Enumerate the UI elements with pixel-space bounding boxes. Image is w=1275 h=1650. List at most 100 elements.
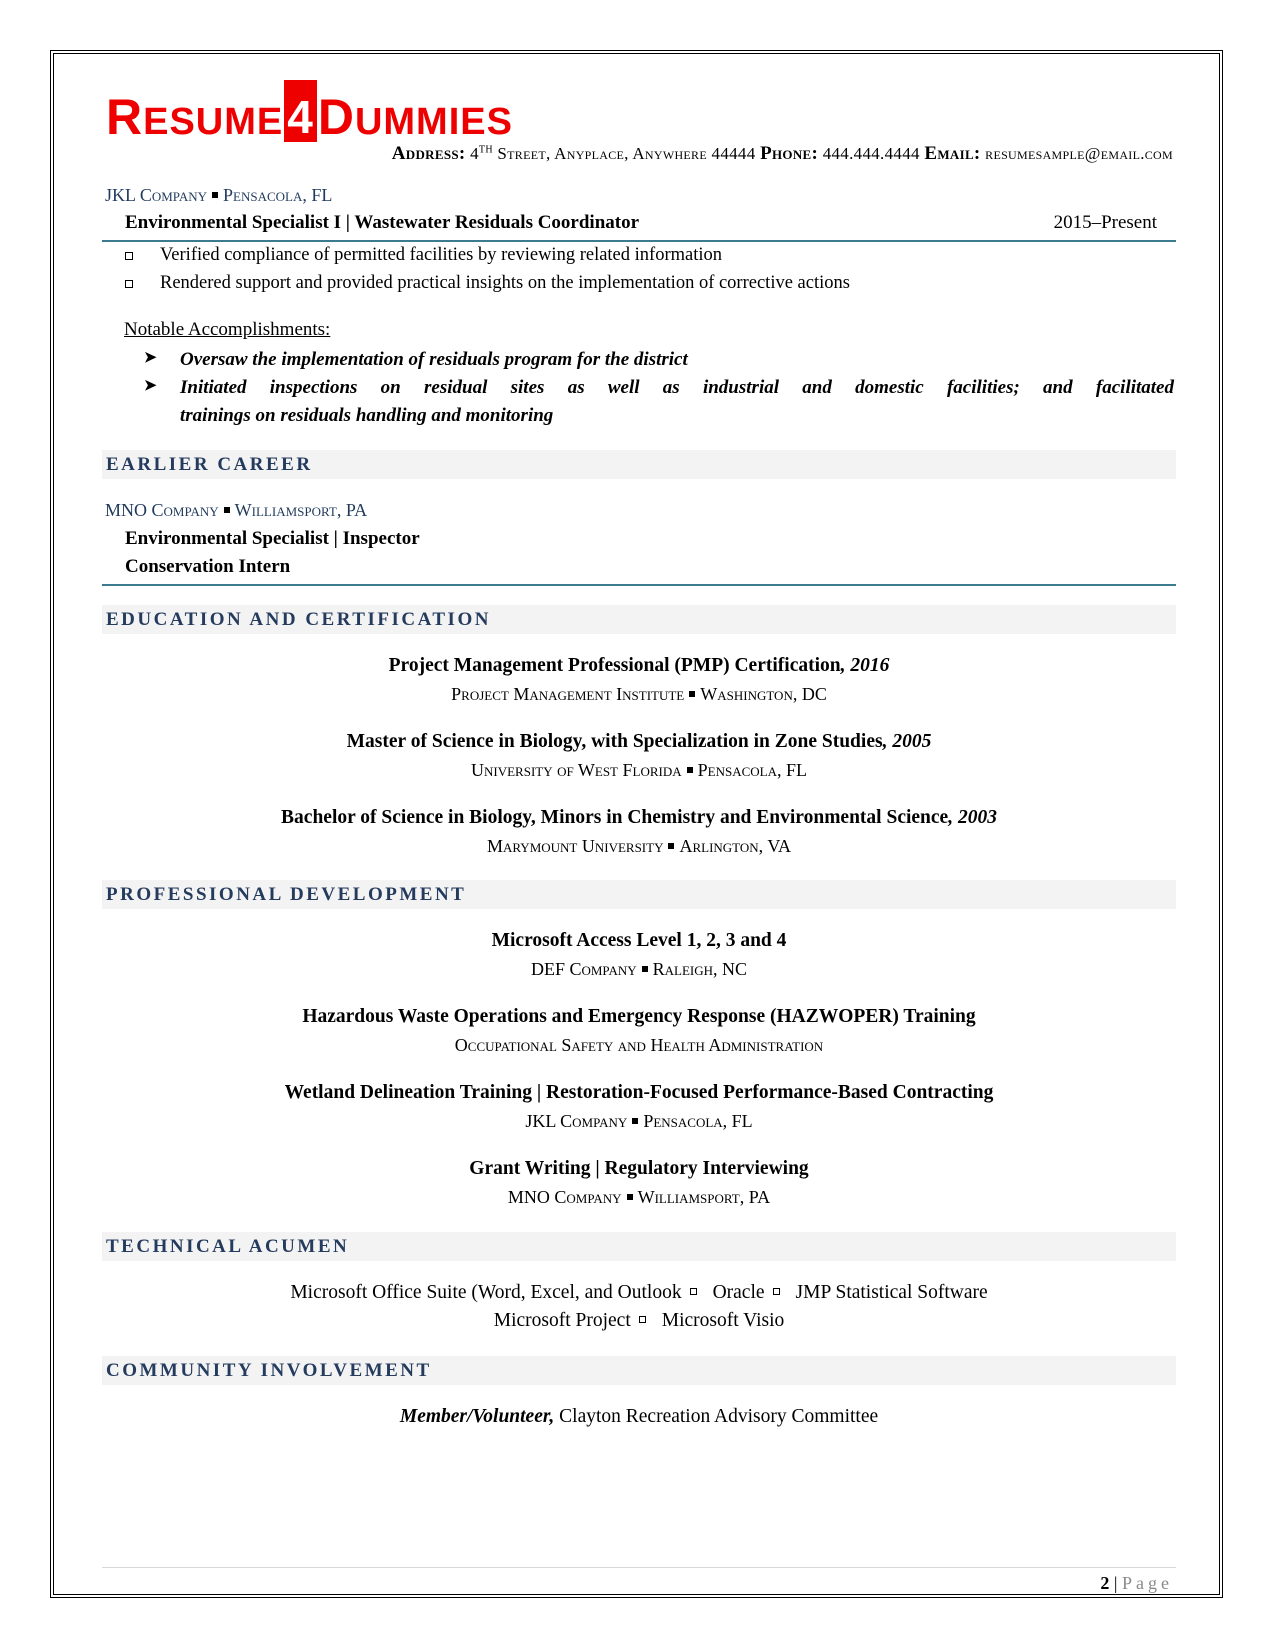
- training-provider: DEF Company Raleigh, NC: [102, 959, 1176, 980]
- logo: R ESUME 4 D UMMIES: [106, 80, 513, 145]
- square-bullet-icon: [125, 251, 133, 260]
- separator-dot-icon: [632, 1117, 639, 1124]
- training-provider: JKL Company Pensacola, FL: [102, 1111, 1176, 1132]
- provider-location: Pensacola, FL: [643, 1111, 753, 1131]
- address-label: Address:: [391, 143, 466, 164]
- accomplishment-text: Initiated inspections on residual sites …: [180, 377, 1174, 398]
- community-organization: Clayton Recreation Advisory Committee: [554, 1406, 879, 1427]
- section-heading-text: EARLIER CAREER: [106, 454, 313, 475]
- provider-name: JKL Company: [525, 1111, 628, 1131]
- arrow-bullet-icon: ➤: [144, 378, 157, 394]
- skill-item: JMP Statistical Software: [795, 1282, 988, 1303]
- earlier-company-line: MNO Company Williamsport, PA: [105, 500, 367, 521]
- degree-name: Master of Science in Biology, with Speci…: [346, 731, 883, 752]
- page-label: Page: [1122, 1573, 1173, 1593]
- training-title: Microsoft Access Level 1, 2, 3 and 4: [491, 930, 787, 951]
- skills-line: Microsoft Project Microsoft Visio: [102, 1310, 1176, 1332]
- section-heading-earlier-career: EARLIER CAREER: [102, 450, 1176, 479]
- skill-item: Oracle: [712, 1282, 765, 1303]
- contact-line: Address: 4TH Street, Anyplace, Anywhere …: [392, 143, 1173, 165]
- separator-dot-icon: [223, 506, 230, 513]
- logo-digit-box: 4: [284, 80, 317, 142]
- job-bullet: Rendered support and provided practical …: [125, 273, 850, 294]
- section-heading-text: COMMUNITY INVOLVEMENT: [106, 1360, 432, 1381]
- degree-name: Bachelor of Science in Biology, Minors i…: [281, 807, 949, 828]
- degree-year: , 2003: [948, 807, 997, 828]
- accomplishment-text: trainings on residuals handling and moni…: [180, 405, 554, 426]
- accomplishment-item: ➤ Oversaw the implementation of residual…: [144, 346, 1174, 374]
- section-heading-community-involvement: COMMUNITY INVOLVEMENT: [102, 1356, 1176, 1385]
- phone-label: Phone:: [760, 143, 819, 164]
- institution-name: University of West Florida: [471, 760, 682, 780]
- address-number: 4: [470, 144, 479, 163]
- hollow-square-bullet-icon: [689, 1288, 697, 1296]
- education-title: Project Management Professional (PMP) Ce…: [102, 655, 1176, 677]
- job-title: Environmental Specialist I | Wastewater …: [125, 212, 640, 233]
- job-bullet: Verified compliance of permitted facilit…: [125, 245, 722, 266]
- earlier-job-title: Conservation Intern: [125, 556, 291, 577]
- separator-dot-icon: [668, 842, 675, 849]
- company-name: JKL Company: [105, 185, 207, 205]
- hollow-square-bullet-icon: [638, 1316, 646, 1324]
- square-bullet-icon: [125, 279, 133, 288]
- bullet-text: Rendered support and provided practical …: [160, 273, 850, 293]
- section-divider: [102, 584, 1176, 586]
- community-entry: Member/Volunteer, Clayton Recreation Adv…: [102, 1406, 1176, 1428]
- community-role: Member/Volunteer,: [399, 1406, 555, 1427]
- section-heading-text: TECHNICAL ACUMEN: [106, 1236, 350, 1257]
- institution-location: Washington, DC: [700, 684, 827, 704]
- job-dates: 2015–Present: [1053, 212, 1157, 233]
- email-value[interactable]: resumesample@email.com: [985, 144, 1173, 163]
- separator-dot-icon: [689, 690, 696, 697]
- institution-location: Pensacola, FL: [697, 760, 807, 780]
- email-label: Email:: [924, 143, 981, 164]
- education-institution: University of West Florida Pensacola, FL: [102, 760, 1176, 781]
- company-location: Pensacola, FL: [223, 185, 333, 205]
- skill-item: Microsoft Visio: [661, 1310, 785, 1331]
- address-superscript: TH: [478, 144, 493, 156]
- provider-location: Williamsport, PA: [637, 1187, 771, 1207]
- section-heading-technical-acumen: TECHNICAL ACUMEN: [102, 1232, 1176, 1261]
- training-title: Hazardous Waste Operations and Emergency…: [302, 1006, 976, 1027]
- training-title: Wetland Delineation Training | Restorati…: [284, 1082, 994, 1103]
- phone-value: 444.444.4444: [822, 144, 920, 163]
- provider-name: MNO Company: [507, 1187, 622, 1207]
- skills-line: Microsoft Office Suite (Word, Excel, and…: [102, 1282, 1176, 1304]
- degree-year: , 2005: [882, 731, 932, 752]
- logo-initial-d: D: [317, 89, 355, 145]
- training-provider: MNO Company Williamsport, PA: [102, 1187, 1176, 1208]
- company-location: Williamsport, PA: [234, 500, 368, 520]
- degree-name: Project Management Professional (PMP) Ce…: [388, 655, 841, 676]
- skill-item: Microsoft Office Suite (Word, Excel, and…: [290, 1282, 682, 1303]
- bullet-text: Verified compliance of permitted facilit…: [160, 245, 722, 265]
- footer-divider: [102, 1567, 1176, 1568]
- degree-year: , 2016: [840, 655, 890, 676]
- education-institution: Project Management Institute Washington, …: [102, 684, 1176, 705]
- provider-name: Occupational Safety and Health Administr…: [454, 1035, 824, 1055]
- accomplishment-item: ➤ Initiated inspections on residual site…: [144, 374, 1174, 402]
- section-heading-text: EDUCATION AND CERTIFICATION: [106, 609, 491, 630]
- section-heading-professional-development: PROFESSIONAL DEVELOPMENT: [102, 880, 1176, 909]
- education-title: Master of Science in Biology, with Speci…: [102, 731, 1176, 753]
- institution-location: Arlington, VA: [679, 836, 792, 856]
- separator-dot-icon: [212, 191, 218, 198]
- education-title: Bachelor of Science in Biology, Minors i…: [102, 807, 1176, 829]
- section-heading-education: EDUCATION AND CERTIFICATION: [102, 605, 1176, 634]
- page-number: 2 | Page: [1100, 1573, 1173, 1594]
- separator-dot-icon: [626, 1193, 633, 1200]
- logo-initial-r: R: [106, 89, 144, 145]
- address-value: Street, Anyplace, Anywhere 44444: [497, 144, 756, 163]
- separator-dot-icon: [686, 766, 693, 773]
- accomplishments-label: Notable Accomplishments:: [124, 319, 331, 340]
- logo-text-resume: ESUME: [143, 101, 284, 143]
- company-name: MNO Company: [105, 500, 219, 520]
- arrow-bullet-icon: ➤: [144, 350, 157, 366]
- separator-dot-icon: [641, 965, 648, 972]
- institution-name: Marymount University: [486, 836, 664, 856]
- accomplishment-item-continued: trainings on residuals handling and moni…: [144, 402, 1174, 430]
- education-institution: Marymount University Arlington, VA: [102, 836, 1176, 857]
- institution-name: Project Management Institute: [451, 684, 685, 704]
- hollow-square-bullet-icon: [772, 1288, 780, 1296]
- skill-item: Microsoft Project: [493, 1310, 631, 1331]
